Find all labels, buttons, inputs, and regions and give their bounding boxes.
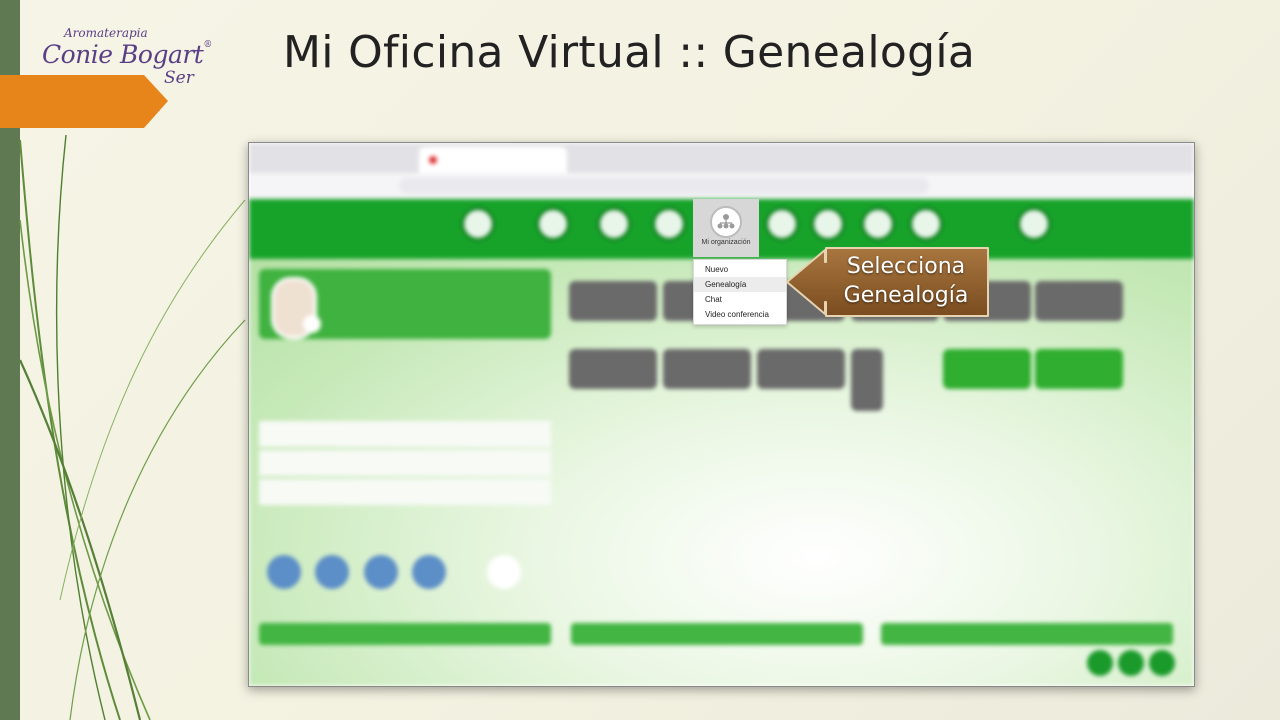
nav-item-mi-organizacion[interactable]: Mi organización: [693, 199, 759, 257]
stat-tile: [943, 349, 1031, 389]
list-item[interactable]: [259, 421, 551, 447]
brand-logo: Aromaterapia Conie Bogart® Ser: [40, 26, 220, 92]
nav-item-label: Mi organización: [701, 239, 751, 246]
organization-dropdown-menu: Nuevo Genealogía Chat Video conferencia: [693, 259, 787, 325]
timer-circle: [315, 555, 349, 589]
organization-icon: [710, 206, 742, 238]
stat-tile: [569, 281, 657, 321]
stat-tile: [569, 349, 657, 389]
address-bar: [249, 173, 1194, 200]
nav-reports-icon[interactable]: [765, 207, 799, 241]
cart-button[interactable]: [487, 555, 521, 589]
menu-item-video-conferencia[interactable]: Video conferencia: [694, 307, 786, 322]
nav-logout-icon[interactable]: [909, 207, 943, 241]
nav-profile-icon[interactable]: [461, 207, 495, 241]
timer-circle: [412, 555, 446, 589]
nav-settings-icon[interactable]: [1017, 207, 1051, 241]
callout-label: Selecciona Genealogía: [826, 252, 986, 310]
list-item[interactable]: [259, 479, 551, 505]
floating-button[interactable]: [1087, 650, 1113, 676]
browser-tab-active[interactable]: [419, 147, 567, 173]
stat-tile: [757, 349, 845, 389]
timer-circle: [364, 555, 398, 589]
slide-title: Mi Oficina Virtual :: Genealogía: [283, 27, 976, 78]
url-field[interactable]: [399, 178, 929, 194]
nav-shop-icon[interactable]: [536, 207, 570, 241]
menu-item-nuevo[interactable]: Nuevo: [694, 262, 786, 277]
stat-tile: [1035, 281, 1123, 321]
floating-button[interactable]: [1149, 650, 1175, 676]
nav-documents-icon[interactable]: [811, 207, 845, 241]
callout-line1: Selecciona: [846, 254, 966, 279]
floating-button[interactable]: [1118, 650, 1144, 676]
logo-line3: Ser: [164, 68, 194, 88]
nav-orders-icon[interactable]: [597, 207, 631, 241]
section-header: [881, 623, 1173, 645]
timer-circle: [267, 555, 301, 589]
nav-cart-icon[interactable]: [652, 207, 686, 241]
browser-tab-bar: [249, 143, 1194, 173]
section-header: [259, 623, 551, 645]
logo-line1: Aromaterapia: [64, 26, 148, 40]
stat-tile: [851, 349, 883, 411]
profile-card: [259, 269, 551, 339]
left-panel: [259, 349, 551, 629]
nav-stats-icon[interactable]: [861, 207, 895, 241]
callout-line2: Genealogía: [843, 283, 969, 308]
logo-line2: Conie Bogart®: [42, 40, 212, 69]
list-item[interactable]: [259, 450, 551, 476]
browser-tab[interactable]: [259, 147, 419, 173]
browser-screenshot: Mi organización Nuevo Genealogía Chat Vi…: [248, 142, 1195, 687]
menu-item-genealogia[interactable]: Genealogía: [694, 277, 786, 292]
stat-tile: [663, 349, 751, 389]
section-header: [571, 623, 863, 645]
menu-item-chat[interactable]: Chat: [694, 292, 786, 307]
stat-tile: [1035, 349, 1123, 389]
avatar-badge[interactable]: [303, 315, 321, 333]
